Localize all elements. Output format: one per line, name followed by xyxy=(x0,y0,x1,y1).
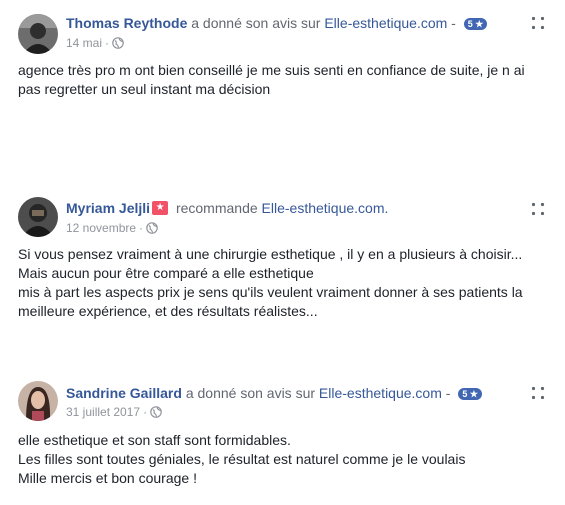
review-text-line: Si vous pensez vraiment à une chirurgie … xyxy=(18,246,523,262)
review-meta: 12 novembre · xyxy=(66,221,158,237)
review-text: elle esthetique et son staff sont formid… xyxy=(18,431,548,488)
review-text-line: agence très pro m ont bien conseillé je … xyxy=(18,62,525,78)
avatar[interactable] xyxy=(18,14,58,54)
globe-icon[interactable] xyxy=(112,37,124,52)
separator: - xyxy=(447,15,460,31)
review-date[interactable]: 12 novembre xyxy=(66,221,136,235)
review-text-line: pas regretter un seul instant ma décisio… xyxy=(18,81,271,97)
avatar[interactable] xyxy=(18,197,58,237)
review-text: Si vous pensez vraiment à une chirurgie … xyxy=(18,245,548,321)
recommend-star-icon: ★ xyxy=(152,201,169,215)
page-link[interactable]: Elle-esthetique.com xyxy=(324,15,447,31)
more-options-icon[interactable] xyxy=(531,202,545,216)
meta-separator: · xyxy=(143,405,148,419)
review-action: a donné son avis sur xyxy=(185,385,316,401)
review-meta: 31 juillet 2017 · xyxy=(66,405,162,421)
page-link[interactable]: Elle-esthetique.com. xyxy=(262,200,389,216)
rating-badge: 5 ★ xyxy=(458,388,482,400)
more-options-icon[interactable] xyxy=(531,386,545,400)
author-name[interactable]: Myriam Jeljli xyxy=(66,200,150,216)
review-meta: 14 mai · xyxy=(66,36,124,52)
review-header: Myriam Jeljli ★ recommande Elle-esthetiqu… xyxy=(66,199,388,217)
review-text-line: meilleure expérience, et des résultats r… xyxy=(18,303,318,319)
separator: - xyxy=(441,385,455,401)
review-text-line: Mais aucun pour être comparé a elle esth… xyxy=(18,265,314,281)
author-name[interactable]: Thomas Reythode xyxy=(66,15,187,31)
review-text-line: mis à part les aspects prix je sens qu'i… xyxy=(18,284,523,300)
review-text-line: Mille mercis et bon courage ! xyxy=(18,470,197,486)
meta-separator: · xyxy=(105,36,110,50)
review-date[interactable]: 14 mai xyxy=(66,36,102,50)
review-text: agence très pro m ont bien conseillé je … xyxy=(18,61,548,99)
globe-icon[interactable] xyxy=(150,406,162,421)
review-date[interactable]: 31 juillet 2017 xyxy=(66,405,140,419)
globe-icon[interactable] xyxy=(146,222,158,237)
review-action: a donné son avis sur xyxy=(191,15,321,31)
rating-badge: 5 ★ xyxy=(463,18,488,30)
author-name[interactable]: Sandrine Gaillard xyxy=(66,385,182,401)
review-text-line: Les filles sont toutes géniales, le résu… xyxy=(18,451,466,467)
more-options-icon[interactable] xyxy=(531,16,545,30)
review-header: Thomas Reythode a donné son avis sur Ell… xyxy=(66,14,488,32)
review-header: Sandrine Gaillard a donné son avis sur E… xyxy=(66,384,482,402)
review-action: recommande xyxy=(175,200,258,216)
meta-separator: · xyxy=(139,221,144,235)
review-text-line: elle esthetique et son staff sont formid… xyxy=(18,432,291,448)
avatar[interactable] xyxy=(18,381,58,421)
page-link[interactable]: Elle-esthetique.com xyxy=(319,385,442,401)
